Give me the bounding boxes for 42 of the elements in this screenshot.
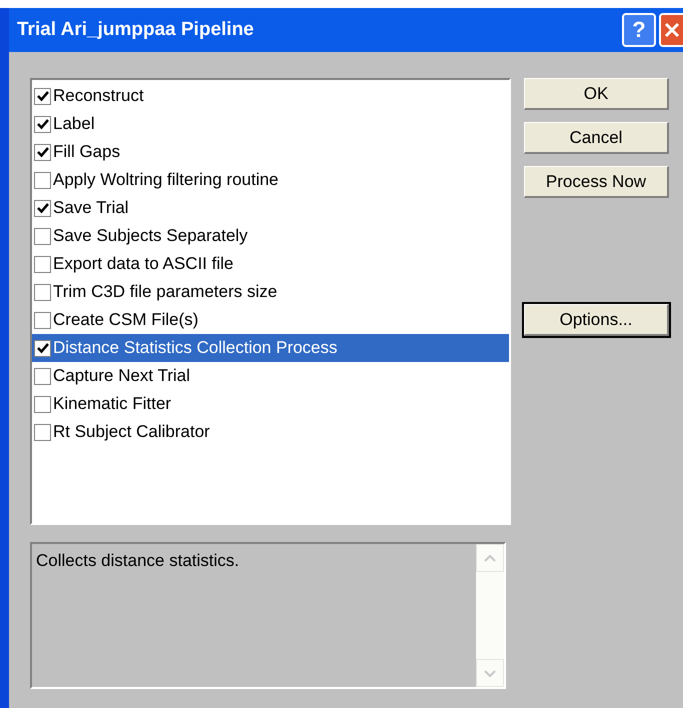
checkbox[interactable] [34, 340, 51, 356]
pipeline-item[interactable]: Rt Subject Calibrator [32, 418, 509, 446]
pipeline-item[interactable]: Reconstruct [32, 82, 509, 110]
checkbox[interactable] [34, 200, 51, 216]
window-title: Trial Ari_jumppaa Pipeline [17, 18, 254, 42]
checkbox[interactable] [34, 256, 51, 272]
close-button[interactable] [659, 13, 683, 47]
dialog-button[interactable]: OK [524, 78, 669, 110]
scroll-down-icon [484, 670, 496, 676]
pipeline-item[interactable]: Fill Gaps [32, 138, 509, 166]
pipeline-item[interactable]: Label [32, 110, 509, 138]
dialog-button[interactable]: Process Now [524, 166, 669, 198]
pipeline-item[interactable]: Export data to ASCII file [32, 250, 509, 278]
checkbox[interactable] [34, 88, 51, 104]
scroll-up-icon [484, 554, 496, 562]
pipeline-item[interactable]: Save Subjects Separately [32, 222, 509, 250]
checkmark-icon [36, 146, 48, 158]
pipeline-item[interactable]: Kinematic Fitter [32, 390, 509, 418]
checkbox[interactable] [34, 144, 51, 160]
dialog-button[interactable]: Cancel [524, 122, 669, 154]
help-button[interactable]: ? [622, 13, 656, 47]
checkbox[interactable] [34, 424, 51, 440]
checkbox[interactable] [34, 312, 51, 328]
checkbox[interactable] [34, 284, 51, 300]
pipeline-item[interactable]: Trim C3D file parameters size [32, 278, 509, 306]
checkbox[interactable] [34, 172, 51, 188]
options-button[interactable]: Options... [524, 304, 669, 336]
checkbox[interactable] [34, 228, 51, 244]
checkbox[interactable] [34, 396, 51, 412]
close-icon [664, 22, 680, 38]
pipeline-item[interactable]: Distance Statistics Collection Process [32, 334, 509, 362]
checkmark-icon [36, 342, 48, 354]
checkmark-icon [36, 90, 48, 102]
checkmark-icon [36, 118, 48, 130]
pipeline-item[interactable]: Create CSM File(s) [32, 306, 509, 334]
pipeline-item[interactable]: Save Trial [32, 194, 509, 222]
checkbox[interactable] [34, 116, 51, 132]
pipeline-item[interactable]: Capture Next Trial [32, 362, 509, 390]
description-text: Collects distance statistics. [35, 550, 240, 572]
checkmark-icon [36, 202, 48, 214]
pipeline-item[interactable]: Apply Woltring filtering routine [32, 166, 509, 194]
checkbox[interactable] [34, 368, 51, 384]
